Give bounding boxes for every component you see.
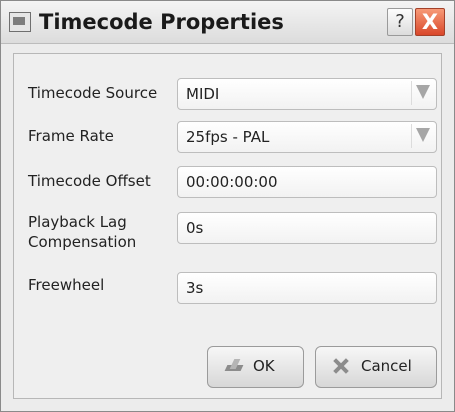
frame-rate-value: 25fps - PAL [186, 128, 270, 146]
freewheel-input[interactable]: 3s [177, 272, 437, 304]
timecode-offset-value: 00:00:00:00 [186, 173, 278, 191]
chevron-down-icon[interactable] [416, 128, 430, 142]
timecode-source-value: MIDI [186, 85, 220, 103]
freewheel-value: 3s [186, 279, 204, 297]
playback-lag-label-line1: Playback Lag [28, 213, 127, 231]
frame-rate-label: Frame Rate [28, 127, 114, 145]
timecode-source-select[interactable]: MIDI [177, 78, 437, 110]
timecode-offset-label: Timecode Offset [28, 172, 151, 190]
frame-rate-select[interactable]: 25fps - PAL [177, 121, 437, 153]
close-button[interactable]: X [415, 8, 445, 36]
freewheel-label: Freewheel [28, 276, 105, 294]
properties-panel: Timecode Source MIDI Frame Rate 25fps - … [13, 53, 442, 399]
title-bar[interactable]: Timecode Properties ? X [1, 1, 454, 44]
ok-check-icon [224, 357, 244, 375]
playback-lag-input[interactable]: 0s [177, 212, 437, 244]
playback-lag-value: 0s [186, 219, 204, 237]
cancel-x-icon [332, 357, 350, 375]
timecode-properties-dialog: Timecode Properties ? X Timecode Source … [0, 0, 455, 412]
playback-lag-label-line2: Compensation [28, 233, 137, 251]
app-icon [9, 12, 31, 32]
timecode-source-label: Timecode Source [28, 84, 158, 102]
timecode-offset-input[interactable]: 00:00:00:00 [177, 166, 437, 198]
ok-label: OK [253, 357, 275, 375]
cancel-button[interactable]: Cancel [315, 346, 437, 388]
playback-lag-label: Playback Lag Compensation [28, 212, 168, 252]
ok-button[interactable]: OK [207, 346, 304, 388]
cancel-label: Cancel [361, 357, 412, 375]
help-button[interactable]: ? [387, 8, 413, 36]
chevron-down-icon[interactable] [416, 85, 430, 99]
dialog-title: Timecode Properties [39, 10, 284, 34]
